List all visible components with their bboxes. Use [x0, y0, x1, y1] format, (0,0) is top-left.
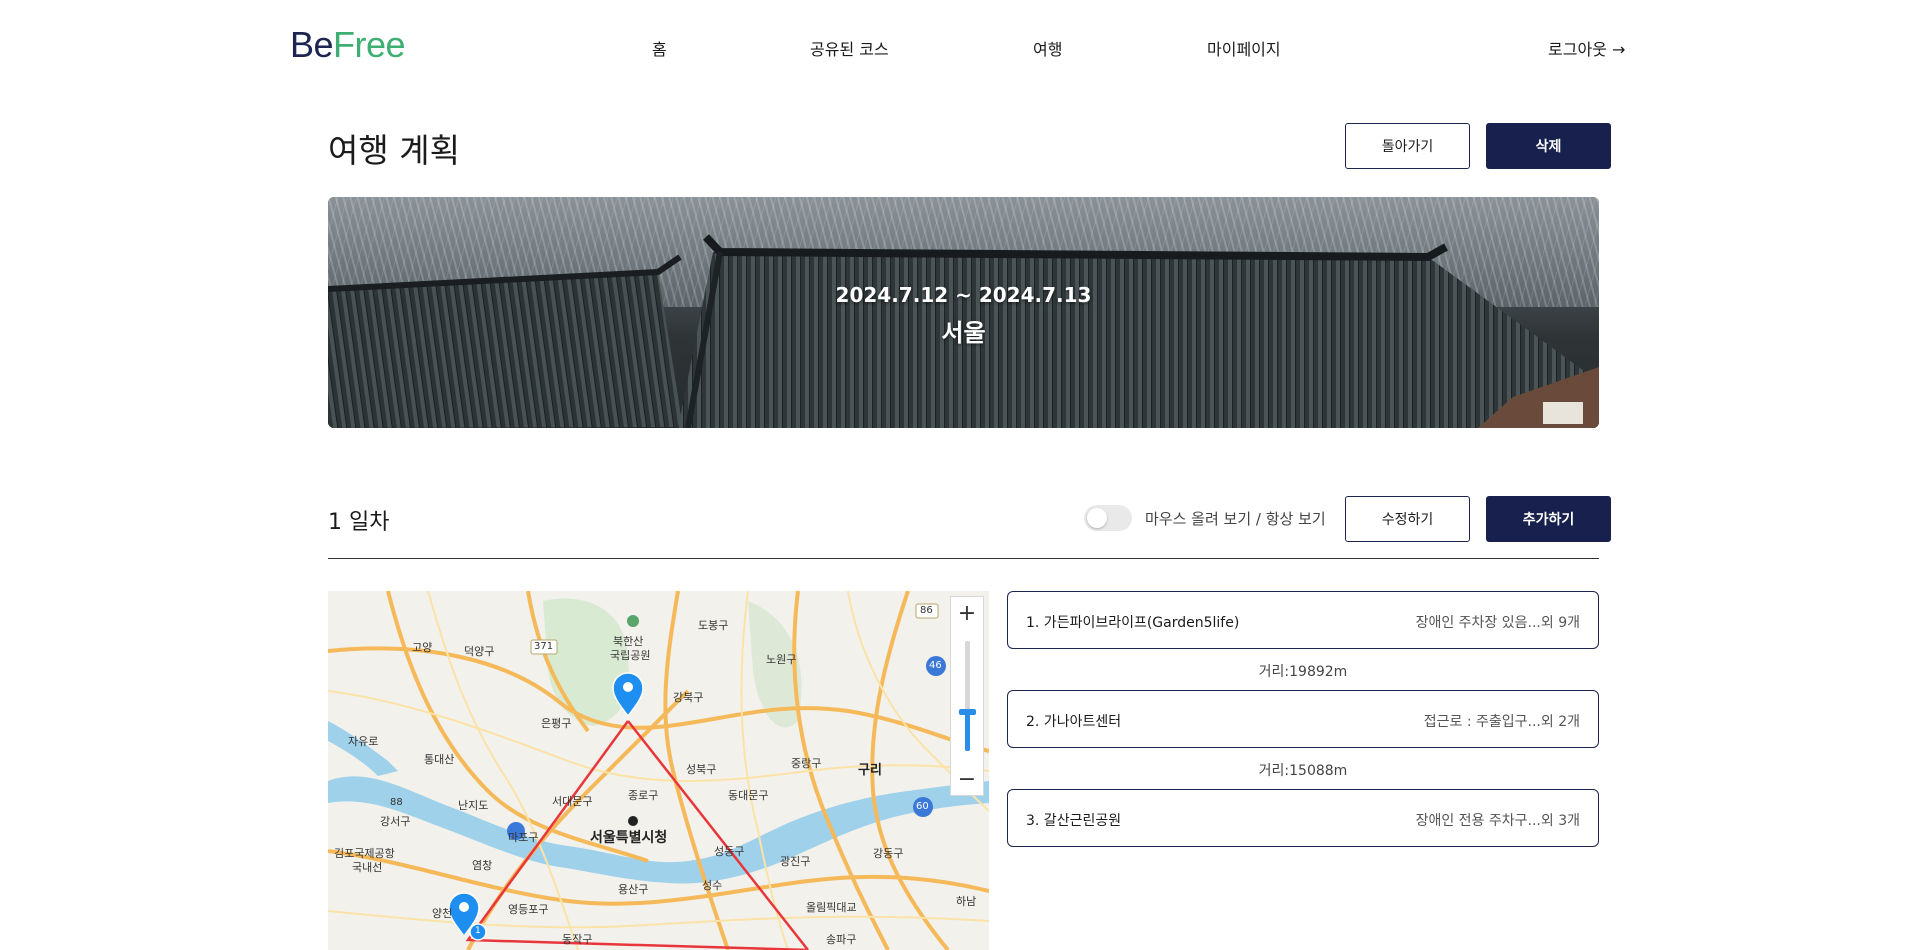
- befree-logo[interactable]: BeFree: [290, 24, 406, 66]
- map-label-nowon: 노원구: [766, 653, 797, 666]
- zoom-out-button[interactable]: −: [951, 763, 983, 795]
- map-label-gwangjin: 광진구: [780, 855, 811, 868]
- trip-hero-banner: 2024.7.12 ~ 2024.7.13 서울: [328, 197, 1599, 428]
- map-label-dongjak: 동작구: [562, 933, 593, 946]
- toggle-knob: [1087, 508, 1107, 528]
- map-label-seongsu: 성수: [702, 879, 723, 892]
- place-accessibility-note: 장애인 전용 주차구...외 3개: [1415, 813, 1580, 829]
- map-label-tongdaesan: 통대산: [424, 753, 455, 766]
- map-label-seodaemun: 서대문구: [552, 795, 593, 808]
- map-label-songpa: 송파구: [826, 933, 857, 946]
- map-label-dongdaemun: 동대문구: [728, 789, 769, 802]
- map-label-dobong: 도봉구: [698, 619, 729, 632]
- map-label-route-86: 86: [920, 605, 933, 616]
- day-title: 1 일차: [328, 510, 390, 535]
- map-label-eunpyeong: 은평구: [541, 717, 572, 730]
- section-divider: [328, 558, 1599, 559]
- map-label-seoul-city-hall: 서울특별시청: [590, 830, 668, 846]
- map-label-seongbuk: 성북구: [686, 763, 717, 776]
- map-label-route-88: 88: [390, 797, 403, 808]
- map-label-deogyang: 덕양구: [464, 645, 495, 658]
- map-label-gangbuk: 강북구: [673, 691, 704, 704]
- nav-mypage[interactable]: 마이페이지: [1207, 36, 1281, 60]
- delete-button[interactable]: 삭제: [1486, 123, 1611, 169]
- top-header: BeFree 홈 공유된 코스 여행 마이페이지 로그아웃 →: [0, 0, 1920, 92]
- toggle-label: 마우스 올려 보기 / 항상 보기: [1145, 510, 1326, 528]
- add-button[interactable]: 추가하기: [1486, 496, 1611, 542]
- map-label-nanjido: 난지도: [458, 799, 489, 812]
- nav-shared-courses[interactable]: 공유된 코스: [810, 36, 889, 60]
- nav-home[interactable]: 홈: [652, 36, 667, 60]
- place-name: 3. 갈산근린공원: [1026, 813, 1122, 829]
- map-label-hanam: 하남: [956, 895, 977, 908]
- map-label-yangcheon: 양천: [432, 907, 453, 920]
- map-zoom-control: + −: [950, 596, 984, 796]
- place-card-2[interactable]: 2. 가나아트센터 접근로 : 주출입구...외 2개: [1007, 690, 1599, 748]
- map-label-national-park: 국립공원: [610, 649, 651, 662]
- map-label-jongno: 종로구: [628, 789, 659, 802]
- distance-label: 거리:15088m: [1258, 763, 1348, 779]
- place-accessibility-note: 장애인 주차장 있음...외 9개: [1415, 615, 1580, 631]
- nav-travel[interactable]: 여행: [1033, 36, 1062, 60]
- map-label-gangseo: 강서구: [380, 815, 411, 828]
- map-label-jungnang: 중랑구: [791, 757, 822, 770]
- logo-be-text: Be: [290, 24, 334, 65]
- map-label-gangdong: 강동구: [873, 847, 904, 860]
- place-card-3[interactable]: 3. 갈산근린공원 장애인 전용 주차구...외 3개: [1007, 789, 1599, 847]
- back-button[interactable]: 돌아가기: [1345, 123, 1470, 169]
- distance-label: 거리:19892m: [1258, 664, 1348, 680]
- trip-dates: 2024.7.12 ~ 2024.7.13: [835, 283, 1092, 307]
- place-name: 1. 가든파이브라이프(Garden5life): [1026, 615, 1240, 631]
- map-label-seongdong: 성동구: [714, 845, 745, 858]
- trip-city: 서울: [941, 319, 986, 347]
- edit-button[interactable]: 수정하기: [1345, 496, 1470, 542]
- map-label-yongsan: 용산구: [618, 883, 649, 896]
- zoom-slider-handle[interactable]: [959, 709, 976, 715]
- map-label-mapo: 마포구: [508, 831, 539, 844]
- map-label-jayuro: 자유로: [348, 735, 379, 748]
- map-label-route-60: 60: [916, 801, 929, 812]
- zoom-slider-fill: [965, 712, 970, 751]
- map-label-yeomchang: 염창: [472, 859, 493, 872]
- hover-view-toggle[interactable]: [1084, 505, 1132, 531]
- map-label-olympic-bridge: 올림픽대교: [806, 901, 857, 914]
- map-label-domestic: 국내선: [352, 861, 383, 874]
- logo-free-text: Free: [333, 24, 406, 65]
- map-label-route-371: 371: [534, 641, 554, 652]
- place-card-1[interactable]: 1. 가든파이브라이프(Garden5life) 장애인 주차장 있음...외 …: [1007, 591, 1599, 649]
- map-label-route-46: 46: [929, 660, 942, 671]
- map-label-yeongdeungpo: 영등포구: [508, 903, 549, 916]
- logout-link[interactable]: 로그아웃 →: [1548, 36, 1625, 60]
- map-label-guri: 구리: [858, 763, 882, 778]
- zoom-in-button[interactable]: +: [951, 597, 983, 629]
- place-name: 2. 가나아트센터: [1026, 714, 1122, 730]
- route-map[interactable]: 북한산 국립공원 도봉구 노원구 고양 덕양구 강북구 은평구 자유로 통대산 …: [328, 591, 989, 950]
- map-label-goyang: 고양: [412, 641, 433, 654]
- map-marker-number: 1: [475, 926, 481, 936]
- place-accessibility-note: 접근로 : 주출입구...외 2개: [1423, 714, 1580, 730]
- page-title: 여행 계획: [328, 131, 460, 170]
